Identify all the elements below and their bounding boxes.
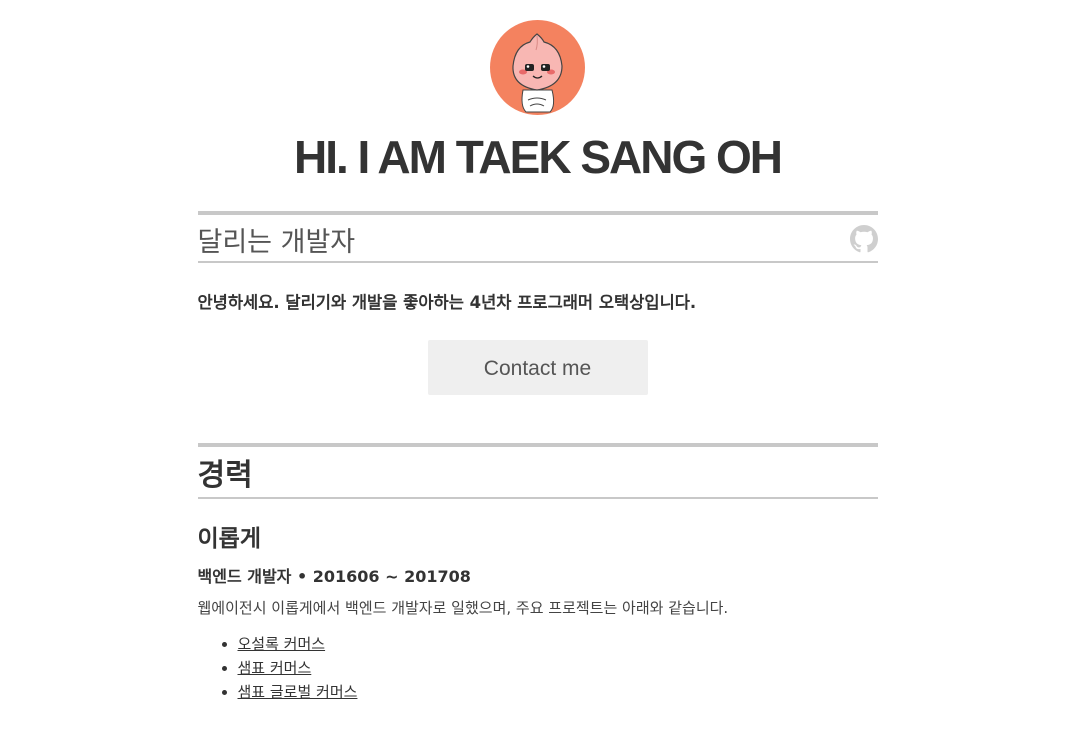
career-section-header: 경력 xyxy=(197,443,878,499)
project-link[interactable]: 샘표 커머스 xyxy=(238,659,312,677)
section-title: 경력 xyxy=(197,458,253,493)
job-role: 백엔드 개발자 • 201606 ~ 201708 xyxy=(197,567,471,586)
page-title: HI. I AM TAEK SANG OH xyxy=(294,131,783,183)
list-item: 샘표 커머스 xyxy=(238,656,878,680)
list-item: 샘표 글로벌 커머스 xyxy=(238,680,878,704)
project-list: 오설록 커머스 샘표 커머스 샘표 글로벌 커머스 xyxy=(198,632,878,704)
subtitle: 달리는 개발자 xyxy=(197,226,356,258)
page-container: HI. I AM TAEK SANG OH 달리는 개발자 안녕하세요. 달리기… xyxy=(197,0,878,704)
contact-button[interactable]: Contact me xyxy=(427,340,648,395)
list-item: 오설록 커머스 xyxy=(238,632,878,656)
job-description: 웹에이전시 이롭게에서 백엔드 개발자로 일했으며, 주요 프로젝트는 아래와 … xyxy=(197,599,729,617)
project-link[interactable]: 오설록 커머스 xyxy=(238,635,326,653)
job-entry: 이롭게 백엔드 개발자 • 201606 ~ 201708 웹에이전시 이롭게에… xyxy=(198,519,878,704)
peach-character-icon xyxy=(512,33,563,113)
subtitle-bar: 달리는 개발자 xyxy=(197,211,878,263)
company-name: 이롭게 xyxy=(197,526,261,552)
github-icon[interactable] xyxy=(849,219,878,257)
project-link[interactable]: 샘표 글로벌 커머스 xyxy=(238,683,358,701)
intro-text: 안녕하세요. 달리기와 개발을 좋아하는 4년차 프로그래머 오택상입니다. xyxy=(197,293,697,312)
avatar xyxy=(490,20,585,115)
